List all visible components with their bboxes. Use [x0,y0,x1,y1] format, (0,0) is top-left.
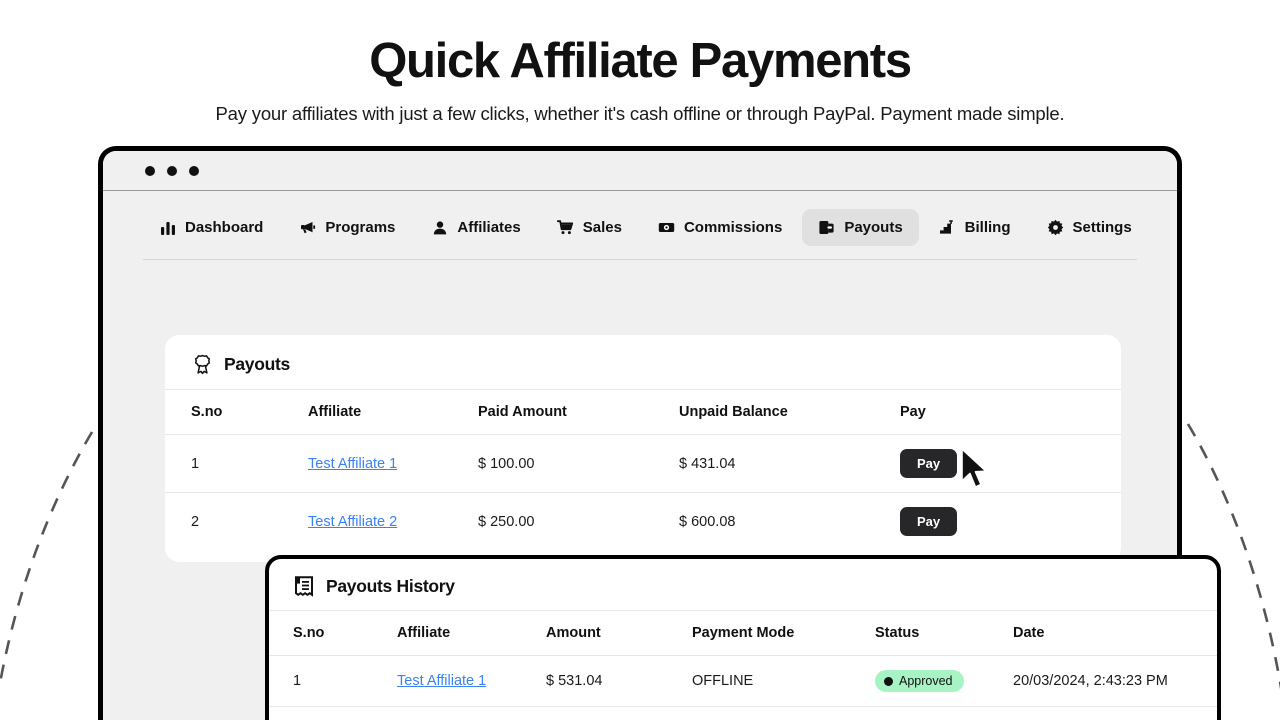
nav-item-payouts[interactable]: Payouts [802,209,919,246]
cell-pay: Pay [900,493,1121,551]
payouts-card-header: Payouts [165,335,1121,390]
payouts-history-card: Payouts History S.no Affiliate Amount Pa… [265,555,1221,720]
receipt-icon [293,575,315,597]
status-dot-icon [884,676,893,686]
status-badge: Approved [875,670,964,692]
payouts-card-title: Payouts [224,353,290,374]
column-header-paid-amount: Paid Amount [478,390,679,435]
nav-item-label: Sales [582,219,622,236]
cell-status: Approved [875,707,1013,720]
column-header-pay: Pay [900,390,1121,435]
app-viewport: Dashboard Programs Affiliates Sales Comm… [103,191,1221,720]
cell-date: 18/03/2024, 1:30:23 PM [1013,707,1217,720]
column-header-sno: S.no [269,611,397,656]
traffic-light-minimize-icon[interactable] [167,165,177,176]
main-navigation: Dashboard Programs Affiliates Sales Comm… [103,191,1177,246]
user-icon [431,219,448,236]
column-header-payment-mode: Payment Mode [692,611,875,656]
table-row: 1 Test Affiliate 1 $ 531.04 OFFLINE Appr… [269,655,1217,707]
page-subtitle: Pay your affiliates with just a few clic… [215,102,1065,124]
cell-unpaid-balance: $ 431.04 [679,434,900,493]
nav-divider [143,259,1137,260]
cell-amount: $ 850.08 [546,707,692,720]
window-titlebar [103,151,1177,191]
cell-sno: 2 [269,707,397,720]
money-icon [658,219,675,236]
wallet-icon [818,219,835,236]
cell-status: Approved [875,655,1013,707]
payouts-history-card-header: Payouts History [269,559,1217,611]
cell-affiliate: Test Affiliate 1 [397,655,546,707]
column-header-status: Status [875,611,1013,656]
column-header-affiliate: Affiliate [397,611,546,656]
megaphone-icon [299,219,316,236]
payouts-card: Payouts S.no Affiliate Paid Amount Unpai… [165,335,1121,562]
affiliate-link[interactable]: Test Affiliate 1 [308,456,397,472]
payouts-history-table: S.no Affiliate Amount Payment Mode Statu… [269,611,1217,720]
pay-button[interactable]: Pay [900,449,958,478]
browser-window: Dashboard Programs Affiliates Sales Comm… [98,146,1221,720]
nav-item-label: Programs [325,219,396,236]
payouts-table: S.no Affiliate Paid Amount Unpaid Balanc… [165,390,1121,550]
history-header-row: S.no Affiliate Amount Payment Mode Statu… [269,611,1217,656]
status-label: Approved [899,674,953,688]
payouts-table-body: 1 Test Affiliate 1 $ 100.00 $ 431.04 Pay… [165,434,1121,551]
table-row: 2 Test Affiliate 2 $ 850.08 PayPal Appro… [269,707,1217,720]
cell-affiliate: Test Affiliate 2 [397,707,546,720]
page-root: Quick Affiliate Payments Pay your affili… [0,0,1280,720]
cell-affiliate: Test Affiliate 1 [308,434,478,493]
affiliate-link[interactable]: Test Affiliate 1 [397,673,486,689]
column-header-affiliate: Affiliate [308,390,478,435]
cell-affiliate: Test Affiliate 2 [308,493,478,551]
nav-item-label: Settings [1072,219,1132,236]
cell-sno: 1 [165,434,308,493]
cell-amount: $ 531.04 [546,655,692,707]
nav-item-affiliates[interactable]: Affiliates [415,209,536,246]
traffic-light-maximize-icon[interactable] [189,165,199,176]
cell-paid-amount: $ 250.00 [478,513,535,530]
column-header-amount: Amount [546,611,692,656]
nav-item-sales[interactable]: Sales [541,209,638,246]
column-header-unpaid-balance: Unpaid Balance [679,390,900,435]
cell-date: 20/03/2024, 2:43:23 PM [1013,655,1217,707]
traffic-light-close-icon[interactable] [145,165,155,176]
nav-item-label: Billing [964,219,1011,236]
nav-item-label: Dashboard [185,219,264,236]
nav-item-billing[interactable]: Billing [923,209,1027,246]
nav-item-dashboard[interactable]: Dashboard [143,209,279,246]
cart-icon [556,219,574,236]
cell-payment-mode: OFFLINE [692,655,875,707]
affiliate-link[interactable]: Test Affiliate 2 [308,514,397,530]
nav-item-programs[interactable]: Programs [283,209,411,246]
bar-chart-icon [159,219,176,236]
column-header-sno: S.no [165,390,308,435]
table-row: 1 Test Affiliate 1 $ 100.00 $ 431.04 Pay [165,434,1121,493]
cell-sno: 2 [191,513,200,530]
cell-paid-amount: $ 100.00 [478,434,679,493]
nav-item-settings[interactable]: Settings [1031,209,1148,246]
nav-item-label: Commissions [683,219,783,236]
gear-icon [1047,219,1064,236]
nav-item-label: Payouts [844,219,903,236]
payouts-header-row: S.no Affiliate Paid Amount Unpaid Balanc… [165,390,1121,435]
history-table-body: 1 Test Affiliate 1 $ 531.04 OFFLINE Appr… [269,655,1217,720]
pay-button[interactable]: Pay [900,507,958,536]
hero-section: Quick Affiliate Payments Pay your affili… [0,0,1280,125]
cell-pay: Pay [900,434,1121,493]
history-table-head: S.no Affiliate Amount Payment Mode Statu… [269,611,1217,656]
cell-unpaid-balance: $ 600.08 [679,513,736,530]
table-row: 2 Test Affiliate 2 $ 250.00 $ 600.08 Pay [165,493,1121,551]
award-icon [191,353,213,375]
column-header-date: Date [1013,611,1217,656]
nav-item-label: Affiliates [457,219,521,236]
payouts-history-card-title: Payouts History [326,575,455,596]
nav-item-commissions[interactable]: Commissions [642,209,798,246]
cell-payment-mode: PayPal [692,707,875,720]
page-title: Quick Affiliate Payments [369,34,912,88]
payouts-table-head: S.no Affiliate Paid Amount Unpaid Balanc… [165,390,1121,435]
billing-icon [939,219,956,236]
cell-sno: 1 [269,655,397,707]
